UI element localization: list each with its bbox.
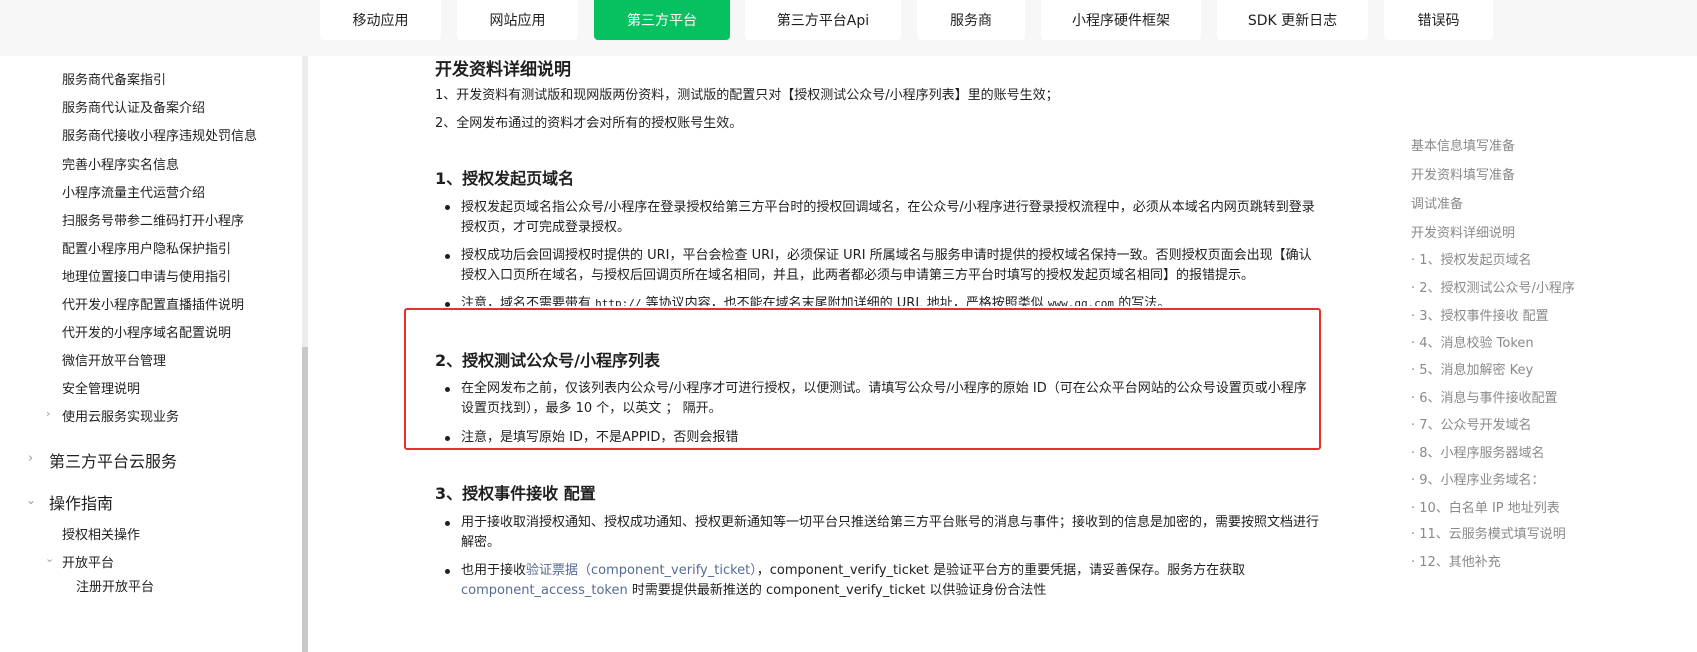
- sidebar-group-guide[interactable]: 操作指南: [49, 490, 113, 514]
- code-inline: www.qq.com: [1047, 297, 1115, 306]
- toc-item[interactable]: · 4、消息校验 Token: [1411, 332, 1534, 351]
- toc-item[interactable]: · 6、消息与事件接收配置: [1411, 387, 1558, 406]
- list-text: 时需要提供最新推送的 component_verify_ticket 以供验证身…: [627, 583, 1047, 598]
- sidebar-group-cloud[interactable]: 第三方平台云服务: [49, 448, 177, 472]
- toc-item[interactable]: · 2、授权测试公众号/小程序: [1411, 277, 1575, 296]
- sidebar-item[interactable]: 服务商代备案指引: [62, 69, 166, 88]
- tab-sdk-changelog[interactable]: SDK 更新日志: [1217, 0, 1368, 40]
- toc-item[interactable]: · 12、其他补充: [1411, 551, 1501, 570]
- sidebar-item[interactable]: 服务商代接收小程序违规处罚信息: [62, 125, 257, 144]
- code-inline: http://: [595, 297, 642, 306]
- sidebar: 服务商代备案指引 服务商代认证及备案介绍 服务商代接收小程序违规处罚信息 完善小…: [0, 56, 308, 652]
- list-text: 也用于接收: [461, 563, 527, 578]
- table-of-contents: 基本信息填写准备 开发资料填写准备 调试准备 开发资料详细说明 · 1、授权发起…: [1400, 56, 1697, 652]
- sidebar-item[interactable]: 扫服务号带参二维码打开小程序: [62, 210, 244, 229]
- toc-item[interactable]: 调试准备: [1411, 193, 1463, 212]
- section-heading: 1、授权发起页域名: [435, 169, 575, 188]
- sidebar-item[interactable]: 配置小程序用户隐私保护指引: [62, 238, 231, 257]
- list-item: 注意，域名不需要带有 http:// 等协议内容，也不能在域名末尾附加详细的 U…: [461, 294, 1319, 306]
- toc-item[interactable]: · 10、白名单 IP 地址列表: [1411, 497, 1560, 516]
- bullet-icon: [445, 569, 453, 577]
- top-navigation: 移动应用 网站应用 第三方平台 第三方平台Api 服务商 小程序硬件框架 SDK…: [0, 0, 1697, 56]
- list-item: 授权发起页域名指公众号/小程序在登录授权给第三方平台时的授权回调域名，在公众号/…: [461, 200, 1315, 235]
- sidebar-item[interactable]: 安全管理说明: [62, 378, 140, 397]
- section-heading: 3、授权事件接收 配置: [435, 484, 596, 503]
- tab-error-codes[interactable]: 错误码: [1384, 0, 1493, 40]
- tab-third-party-platform[interactable]: 第三方平台: [594, 0, 730, 40]
- page-section-title: 开发资料详细说明: [435, 60, 571, 80]
- chevron-down-icon[interactable]: ⌄: [45, 552, 54, 565]
- sidebar-item-cloud-service[interactable]: 使用云服务实现业务: [62, 406, 179, 425]
- sidebar-item[interactable]: 代开发的小程序域名配置说明: [62, 322, 231, 341]
- toc-item[interactable]: · 3、授权事件接收 配置: [1411, 305, 1549, 324]
- toc-item[interactable]: 基本信息填写准备: [1411, 135, 1515, 154]
- sidebar-item[interactable]: 完善小程序实名信息: [62, 154, 179, 173]
- toc-item[interactable]: 开发资料填写准备: [1411, 164, 1515, 183]
- toc-item[interactable]: · 9、小程序业务域名：: [1411, 469, 1545, 488]
- sidebar-item[interactable]: 服务商代认证及备案介绍: [62, 97, 205, 116]
- tab-mobile-app[interactable]: 移动应用: [320, 0, 441, 40]
- sidebar-item[interactable]: 微信开放平台管理: [62, 350, 166, 369]
- list-text: ，component_verify_ticket 是验证平台方的重要凭据，请妥善…: [756, 563, 1246, 578]
- list-item: 授权成功后会回调授权时提供的 URI，平台会检查 URI，必须保证 URI 所属…: [461, 248, 1312, 283]
- sidebar-item[interactable]: 地理位置接口申请与使用指引: [62, 266, 231, 285]
- tab-third-party-api[interactable]: 第三方平台Api: [745, 0, 901, 40]
- tab-website-app[interactable]: 网站应用: [457, 0, 578, 40]
- bullet-icon: [445, 254, 453, 262]
- component-access-token-link[interactable]: component_access_token: [461, 583, 628, 598]
- sidebar-item[interactable]: 授权相关操作: [62, 524, 140, 543]
- chevron-right-icon[interactable]: ›: [28, 451, 33, 466]
- sidebar-item[interactable]: 注册开放平台: [76, 576, 154, 595]
- chevron-down-icon[interactable]: ⌄: [26, 493, 36, 507]
- sidebar-item-open-platform[interactable]: 开放平台: [62, 552, 114, 571]
- note-text: 注意，域名不需要带有: [461, 296, 596, 306]
- chevron-right-icon[interactable]: ›: [46, 407, 50, 420]
- note-text: 等协议内容，也不能在域名末尾附加详细的 URL 地址，严格按照类似: [641, 296, 1048, 306]
- sidebar-item[interactable]: 代开发小程序配置直播插件说明: [62, 294, 244, 313]
- tab-service-provider[interactable]: 服务商: [917, 0, 1025, 40]
- bullet-icon: [445, 521, 453, 529]
- bullet-icon: [445, 205, 453, 213]
- intro-line: 2、全网发布通过的资料才会对所有的授权账号生效。: [435, 116, 743, 131]
- toc-item[interactable]: · 1、授权发起页域名: [1411, 249, 1532, 268]
- list-item: 也用于接收验证票据（component_verify_ticket），compo…: [461, 561, 1319, 601]
- note-text: 的写法。: [1114, 296, 1171, 306]
- toc-item[interactable]: · 8、小程序服务器域名: [1411, 442, 1545, 461]
- verify-ticket-link[interactable]: 验证票据（component_verify_ticket）: [526, 563, 757, 578]
- toc-item[interactable]: · 7、公众号开发域名: [1411, 414, 1532, 433]
- tab-miniprogram-hardware[interactable]: 小程序硬件框架: [1041, 0, 1201, 40]
- intro-line: 1、开发资料有测试版和现网版两份资料，测试版的配置只对【授权测试公众号/小程序列…: [435, 88, 1059, 103]
- list-item: 用于接收取消授权通知、授权成功通知、授权更新通知等一切平台只推送给第三方平台账号…: [461, 515, 1320, 550]
- toc-item[interactable]: 开发资料详细说明: [1411, 222, 1515, 241]
- toc-item[interactable]: · 11、云服务模式填写说明: [1411, 523, 1566, 542]
- toc-item[interactable]: · 5、消息加解密 Key: [1411, 359, 1533, 378]
- highlight-annotation-box: [404, 308, 1321, 450]
- sidebar-item[interactable]: 小程序流量主代运营介绍: [62, 182, 205, 201]
